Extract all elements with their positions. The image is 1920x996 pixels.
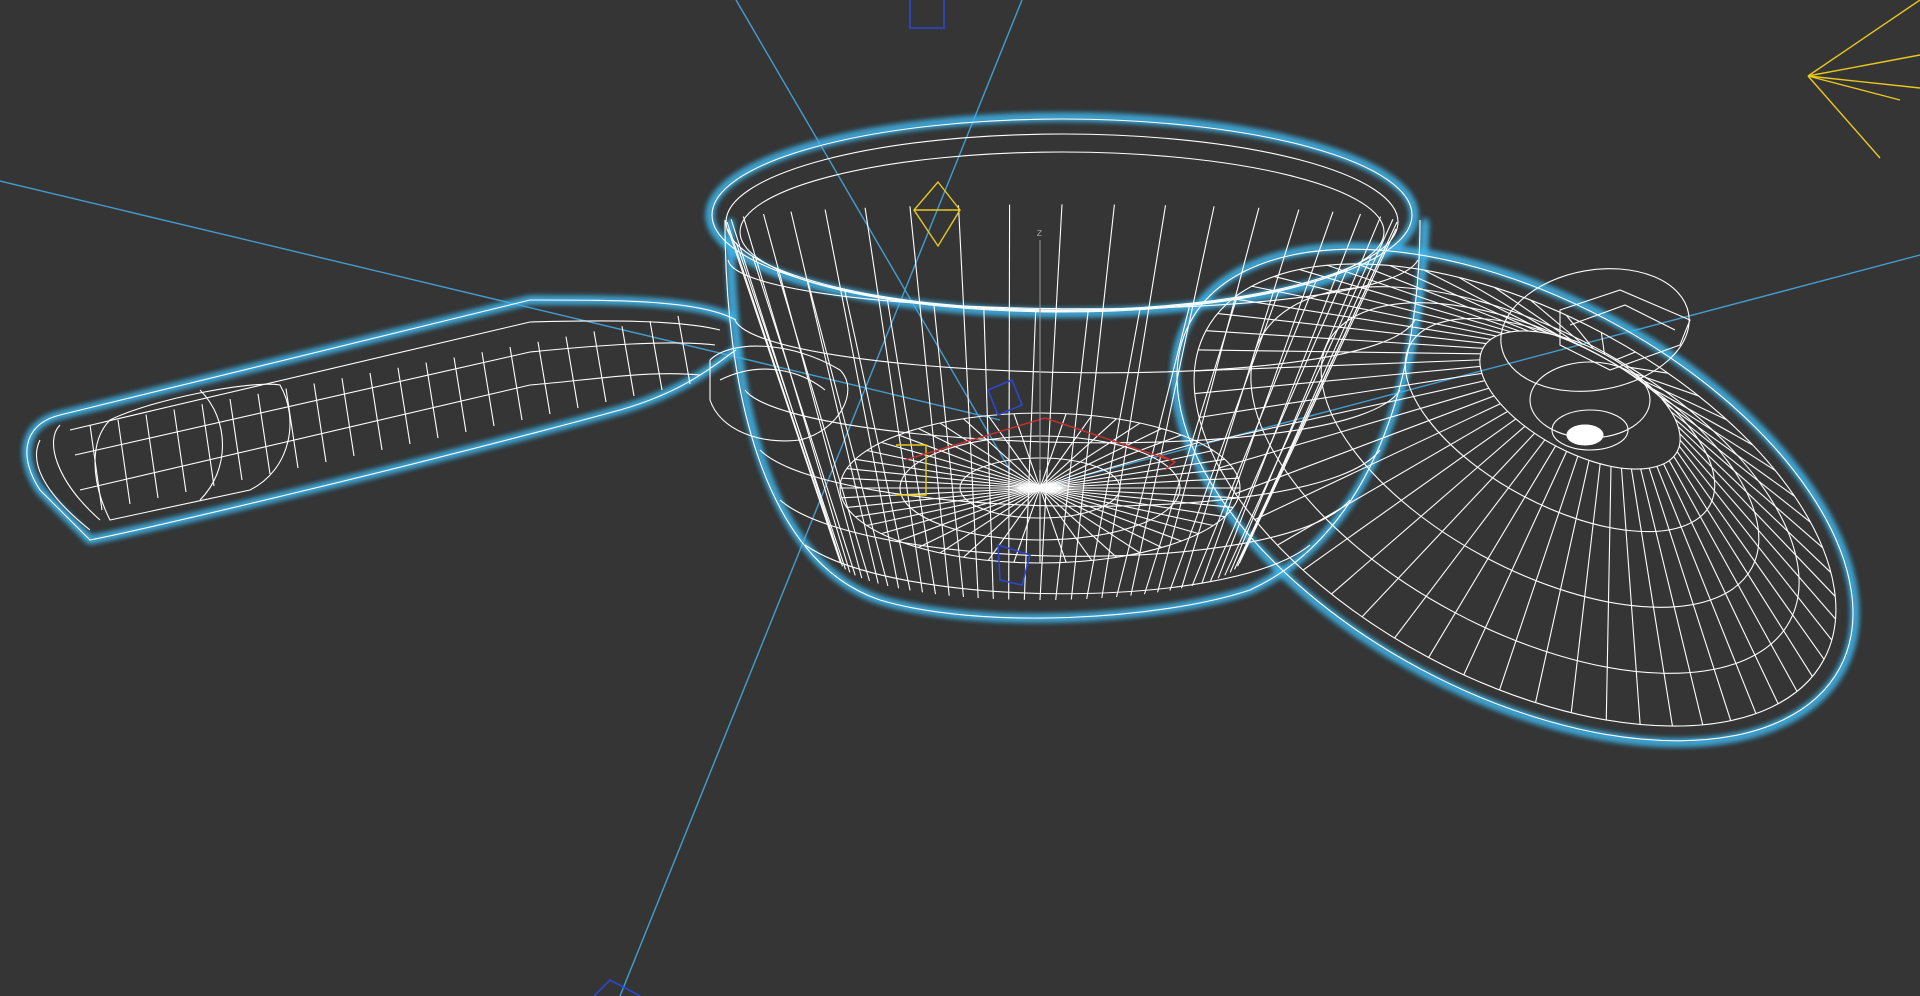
wireframe-scene[interactable] <box>0 0 1920 996</box>
camera-guide-lines <box>0 0 1920 996</box>
lid-wireframe[interactable] <box>1097 147 1920 842</box>
helper-bottom[interactable] <box>593 979 641 996</box>
helper-top[interactable] <box>909 0 945 29</box>
light-gizmo-center[interactable] <box>913 180 961 248</box>
3d-viewport[interactable]: z <box>0 0 1920 996</box>
z-axis-label: z <box>1036 226 1043 239</box>
handle-wireframe[interactable] <box>26 299 849 541</box>
guide-line-top <box>735 0 1011 471</box>
light-gizmo-topright[interactable] <box>1807 0 1920 159</box>
helper-mid[interactable] <box>986 378 1024 417</box>
guide-line-left <box>0 180 1001 421</box>
